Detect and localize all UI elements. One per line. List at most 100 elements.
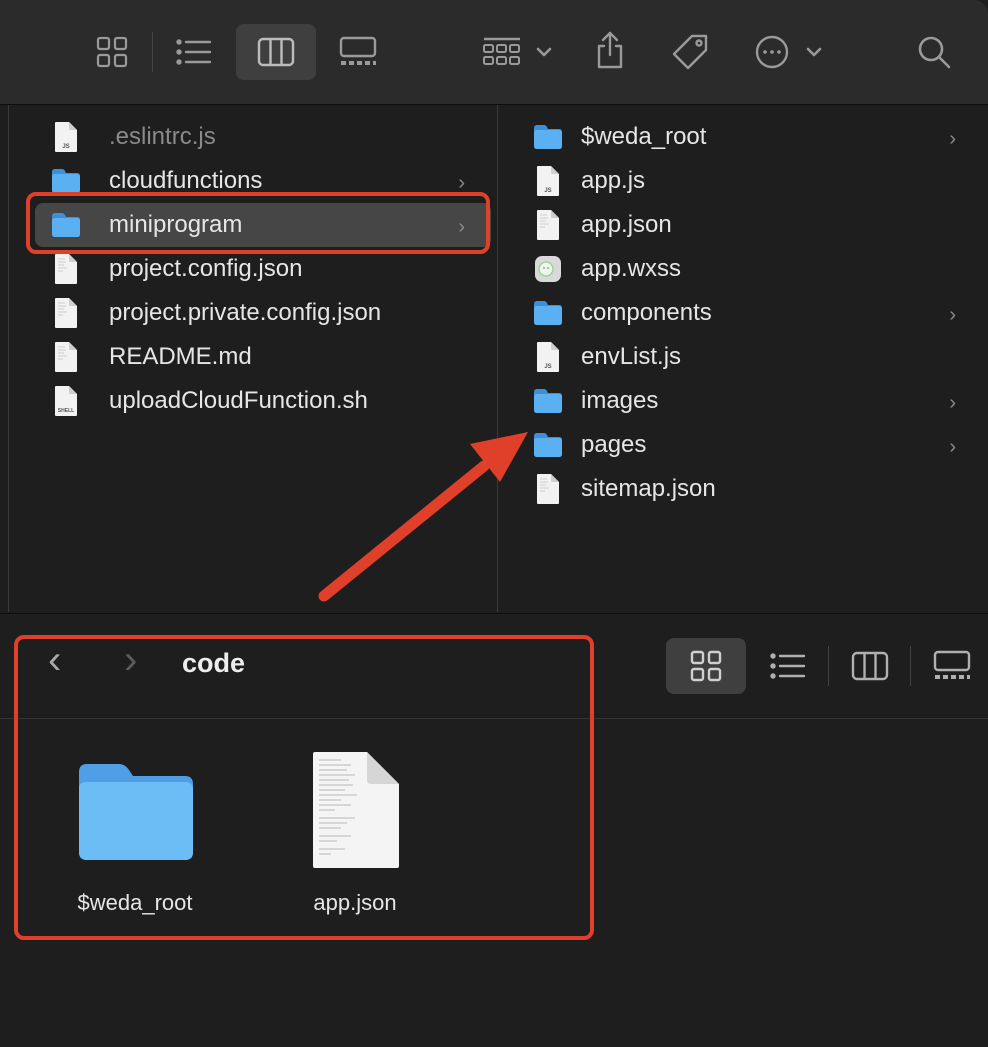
column-view-button[interactable] bbox=[236, 24, 316, 80]
row-label: README.md bbox=[109, 343, 252, 370]
column-view-button[interactable] bbox=[844, 642, 896, 690]
toolbar: ‹ › code bbox=[0, 614, 988, 719]
row-icon bbox=[523, 423, 573, 467]
file-row-pages[interactable]: pages › bbox=[506, 423, 982, 467]
gallery-view-icon bbox=[933, 650, 971, 679]
chevron-right-icon: › bbox=[949, 304, 956, 326]
row-icon bbox=[523, 115, 573, 159]
toolbar bbox=[0, 0, 988, 105]
share-button[interactable] bbox=[588, 24, 632, 76]
column-view-icon bbox=[257, 37, 295, 67]
document-icon bbox=[537, 474, 559, 504]
column-project-root: JS .eslintrc.js cloudfunctions › miniprogram… bbox=[8, 105, 497, 612]
row-label: app.wxss bbox=[581, 255, 682, 282]
tag-button[interactable] bbox=[666, 28, 714, 76]
folder-icon bbox=[534, 389, 562, 413]
chevron-right-icon: › bbox=[458, 216, 465, 238]
svg-text:SHELL: SHELL bbox=[58, 408, 74, 414]
grid-item-app-json[interactable]: app.json bbox=[255, 744, 455, 924]
wxss-file-icon bbox=[535, 256, 561, 282]
row-icon bbox=[523, 203, 573, 247]
file-row-sitemap-json[interactable]: sitemap.json bbox=[506, 467, 982, 511]
folder-icon bbox=[534, 125, 562, 149]
row-icon bbox=[523, 467, 573, 511]
document-icon bbox=[55, 342, 77, 372]
search-button[interactable] bbox=[910, 28, 958, 76]
column-view-icon bbox=[851, 651, 889, 681]
row-label: pages bbox=[581, 431, 647, 458]
document-icon bbox=[55, 298, 77, 328]
file-row-project-private-config-json[interactable]: project.private.config.json bbox=[35, 291, 491, 335]
row-icon: JS bbox=[41, 115, 91, 159]
icon-view-button[interactable] bbox=[88, 28, 136, 76]
row-label: .eslintrc.js bbox=[109, 123, 216, 150]
grid-item-label: app.json bbox=[313, 890, 397, 915]
list-view-icon bbox=[770, 653, 806, 679]
toolbar-divider bbox=[152, 32, 153, 72]
more-actions-button[interactable] bbox=[752, 28, 828, 76]
icon-view-button[interactable] bbox=[666, 638, 746, 694]
share-icon bbox=[597, 31, 623, 69]
row-label: $weda_root bbox=[581, 123, 707, 150]
folder-icon bbox=[534, 433, 562, 457]
chevron-right-icon: › bbox=[458, 172, 465, 194]
grid-item-label: $weda_root bbox=[77, 890, 193, 915]
row-label: uploadCloudFunction.sh bbox=[109, 387, 368, 414]
row-icon: SHELL bbox=[41, 379, 91, 423]
list-view-button[interactable] bbox=[168, 28, 220, 76]
toolbar-divider bbox=[828, 646, 829, 686]
row-icon: JS bbox=[523, 159, 573, 203]
file-row-eslintrc-js[interactable]: JS .eslintrc.js bbox=[35, 115, 491, 159]
more-actions-icon bbox=[755, 35, 822, 69]
row-icon: JS bbox=[523, 335, 573, 379]
file-row-components[interactable]: components › bbox=[506, 291, 982, 335]
row-label: project.config.json bbox=[109, 255, 303, 282]
row-icon bbox=[41, 203, 91, 247]
forward-button[interactable]: › bbox=[124, 640, 137, 680]
file-row-app-json[interactable]: app.json bbox=[506, 203, 982, 247]
file-row-cloudfunctions[interactable]: cloudfunctions › bbox=[35, 159, 491, 203]
row-icon bbox=[41, 159, 91, 203]
gallery-view-button[interactable] bbox=[332, 28, 384, 76]
grid-item-weda-root[interactable]: $weda_root bbox=[35, 744, 235, 924]
row-label: sitemap.json bbox=[581, 475, 716, 502]
file-row-weda-root[interactable]: $weda_root › bbox=[506, 115, 982, 159]
document-icon bbox=[537, 210, 559, 240]
folder-icon bbox=[534, 301, 562, 325]
file-row-miniprogram[interactable]: miniprogram › bbox=[35, 203, 491, 247]
row-icon bbox=[523, 247, 573, 291]
chevron-right-icon: › bbox=[949, 436, 956, 458]
gallery-view-icon bbox=[339, 36, 377, 65]
window-title: code bbox=[182, 648, 246, 678]
list-view-button[interactable] bbox=[762, 642, 814, 690]
finder-window-icon-view: ‹ › code $weda_root app.json bbox=[0, 613, 988, 1047]
row-icon bbox=[523, 379, 573, 423]
back-button[interactable]: ‹ bbox=[48, 640, 61, 680]
row-label: project.private.config.json bbox=[109, 299, 382, 326]
file-row-project-config-json[interactable]: project.config.json bbox=[35, 247, 491, 291]
file-row-uploadcloudfunction-sh[interactable]: SHELL uploadCloudFunction.sh bbox=[35, 379, 491, 423]
row-label: app.json bbox=[581, 211, 672, 238]
row-icon bbox=[41, 291, 91, 335]
file-row-images[interactable]: images › bbox=[506, 379, 982, 423]
gallery-view-button[interactable] bbox=[926, 642, 978, 690]
file-row-readme-md[interactable]: README.md bbox=[35, 335, 491, 379]
shell-file-icon: SHELL bbox=[55, 386, 77, 416]
tag-icon bbox=[672, 34, 708, 70]
row-label: images bbox=[581, 387, 659, 414]
file-row-envlist-js[interactable]: JS envList.js bbox=[506, 335, 982, 379]
row-label: miniprogram bbox=[109, 211, 243, 238]
file-row-app-wxss[interactable]: app.wxss bbox=[506, 247, 982, 291]
search-icon bbox=[918, 36, 951, 69]
row-icon bbox=[523, 291, 573, 335]
chevron-right-icon: › bbox=[949, 128, 956, 150]
file-row-app-js[interactable]: JS app.js bbox=[506, 159, 982, 203]
folder-icon bbox=[79, 764, 193, 860]
js-file-icon: JS bbox=[55, 122, 77, 152]
row-label: app.js bbox=[581, 167, 646, 194]
toolbar-divider bbox=[910, 646, 911, 686]
row-icon bbox=[41, 247, 91, 291]
group-by-icon bbox=[483, 37, 552, 65]
row-icon bbox=[41, 335, 91, 379]
group-by-button[interactable] bbox=[476, 28, 556, 76]
